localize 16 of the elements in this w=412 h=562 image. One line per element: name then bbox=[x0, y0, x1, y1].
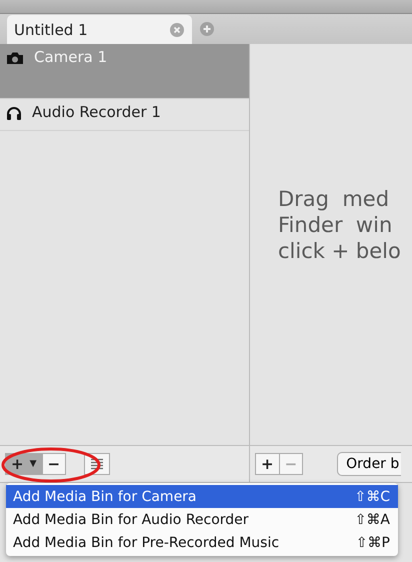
list-icon bbox=[90, 458, 104, 470]
menu-item[interactable]: Add Media Bin for Pre-Recorded Music ⇧⌘P bbox=[6, 531, 398, 554]
drop-hint-text: click + belo bbox=[278, 238, 402, 264]
add-button[interactable]: + bbox=[255, 453, 280, 475]
drop-hint-text: Drag med bbox=[278, 186, 390, 212]
menu-item[interactable]: Add Media Bin for Audio Recorder ⇧⌘A bbox=[6, 508, 398, 531]
close-icon[interactable] bbox=[170, 22, 184, 36]
document-tab[interactable]: Untitled 1 bbox=[7, 15, 192, 44]
remove-button[interactable]: − bbox=[42, 453, 66, 475]
media-bin-item[interactable]: Audio Recorder 1 bbox=[0, 99, 249, 131]
order-dropdown[interactable]: Order b bbox=[337, 452, 402, 476]
add-tab-icon[interactable] bbox=[200, 22, 214, 36]
camera-icon bbox=[6, 51, 24, 65]
menu-item[interactable]: Add Media Bin for Camera ⇧⌘C bbox=[6, 485, 398, 508]
drop-hint-text: Finder win bbox=[278, 212, 394, 238]
headphones-icon bbox=[6, 106, 22, 120]
